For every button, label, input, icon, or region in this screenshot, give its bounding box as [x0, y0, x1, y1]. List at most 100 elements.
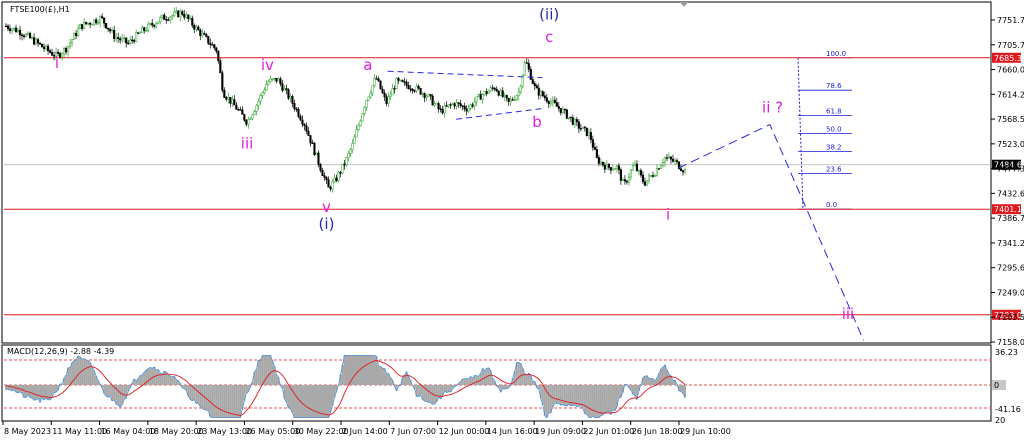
candle-body: [39, 42, 42, 45]
candle-body: [253, 111, 256, 116]
x-tick-label: 26 Jun 18:00: [632, 427, 683, 436]
candle-body: [359, 120, 362, 126]
candle-body: [497, 90, 500, 96]
candle-body: [267, 81, 270, 85]
candle-body: [381, 88, 384, 94]
candle-body: [309, 135, 312, 144]
candle-body: [315, 152, 318, 156]
y-tick-label: 7295.6: [997, 264, 1024, 273]
y-tick-label: 7660.0: [997, 66, 1024, 75]
candle-body: [34, 39, 38, 45]
level-price-label: 7685.3: [994, 54, 1022, 63]
x-tick-label: 26 May 05:00: [245, 427, 300, 436]
candle-body: [631, 165, 634, 171]
candle-body: [109, 28, 112, 32]
candle-body: [649, 175, 652, 177]
candle-body: [65, 47, 68, 53]
candle-body: [455, 102, 458, 107]
candle-body: [259, 95, 262, 102]
y-tick-label: 7568.5: [997, 115, 1024, 124]
candle-body: [493, 87, 496, 90]
x-tick-label: 19 Jun 09:00: [535, 427, 586, 436]
candle-body: [655, 168, 659, 176]
candle-body: [627, 176, 630, 183]
candle-body: [481, 94, 484, 100]
fibonacci-level-label: 0.0: [826, 201, 837, 209]
candle-body: [571, 117, 574, 125]
candle-body: [443, 105, 446, 114]
candle-body: [145, 30, 148, 32]
candle-body: [471, 104, 474, 107]
wave-label: (ii): [539, 6, 559, 24]
candle-body: [129, 39, 132, 44]
candle-body: [113, 29, 116, 40]
candle-body: [247, 118, 250, 125]
candle-body: [537, 87, 540, 96]
candle-body: [331, 181, 334, 190]
candle-body: [389, 94, 392, 97]
candle-body: [551, 99, 554, 103]
x-tick-label: 23 May 13:00: [197, 427, 252, 436]
candle-body: [43, 46, 46, 49]
wave-label: iv: [261, 56, 274, 74]
candle-body: [157, 21, 160, 24]
candle-body: [457, 102, 460, 104]
candle-body: [85, 21, 88, 25]
y-tick-label: 7158.0: [997, 338, 1024, 347]
candle-body: [101, 16, 104, 19]
candle-body: [661, 162, 665, 166]
candle-body: [549, 101, 552, 105]
candle-body: [351, 143, 354, 150]
candle-body: [131, 39, 134, 41]
candle-body: [539, 91, 542, 96]
candle-body: [177, 10, 180, 18]
candle-body: [683, 169, 687, 173]
candle-body: [24, 34, 28, 37]
candle-body: [435, 103, 438, 105]
candle-body: [36, 39, 40, 44]
candle-body: [673, 160, 677, 162]
candle-body: [399, 79, 402, 82]
candle-body: [207, 36, 210, 44]
candle-body: [575, 119, 578, 123]
candle-body: [139, 32, 142, 34]
candle-body: [581, 126, 584, 129]
candle-body: [643, 181, 646, 186]
candle-body: [211, 44, 214, 46]
wave-label: (i): [319, 215, 335, 233]
candle-body: [423, 93, 426, 98]
candle-body: [505, 94, 508, 99]
y-tick-label: 7523.0: [997, 140, 1024, 149]
candle-body: [375, 78, 378, 80]
candle-body: [339, 172, 342, 174]
candle-body: [271, 78, 274, 80]
candle-body: [83, 21, 86, 29]
candle-body: [431, 95, 434, 106]
candle-body: [179, 11, 182, 18]
candle-body: [553, 99, 556, 103]
candle-body: [509, 99, 512, 102]
y-tick-label: 7705.7: [997, 41, 1024, 50]
candle-body: [67, 45, 70, 53]
candle-body: [361, 113, 364, 122]
wave-label: i: [666, 205, 670, 223]
candle-body: [599, 161, 602, 164]
candle-body: [105, 23, 108, 29]
candle-body: [265, 84, 268, 91]
candle-body: [637, 170, 640, 172]
candle-body: [301, 119, 304, 125]
candle-body: [519, 86, 522, 93]
candle-body: [153, 24, 156, 27]
candle-body: [427, 94, 430, 97]
y-tick-label: 7751.7: [997, 16, 1024, 25]
candle-body: [645, 180, 648, 186]
fibonacci-level-label: 100.0: [826, 50, 846, 58]
candle-body: [189, 18, 192, 20]
candle-body: [607, 163, 610, 168]
candle-body: [531, 79, 534, 84]
candle-body: [4, 25, 8, 28]
candle-body: [569, 116, 572, 119]
candle-body: [99, 16, 102, 24]
candle-body: [647, 175, 650, 181]
candle-body: [263, 89, 266, 93]
